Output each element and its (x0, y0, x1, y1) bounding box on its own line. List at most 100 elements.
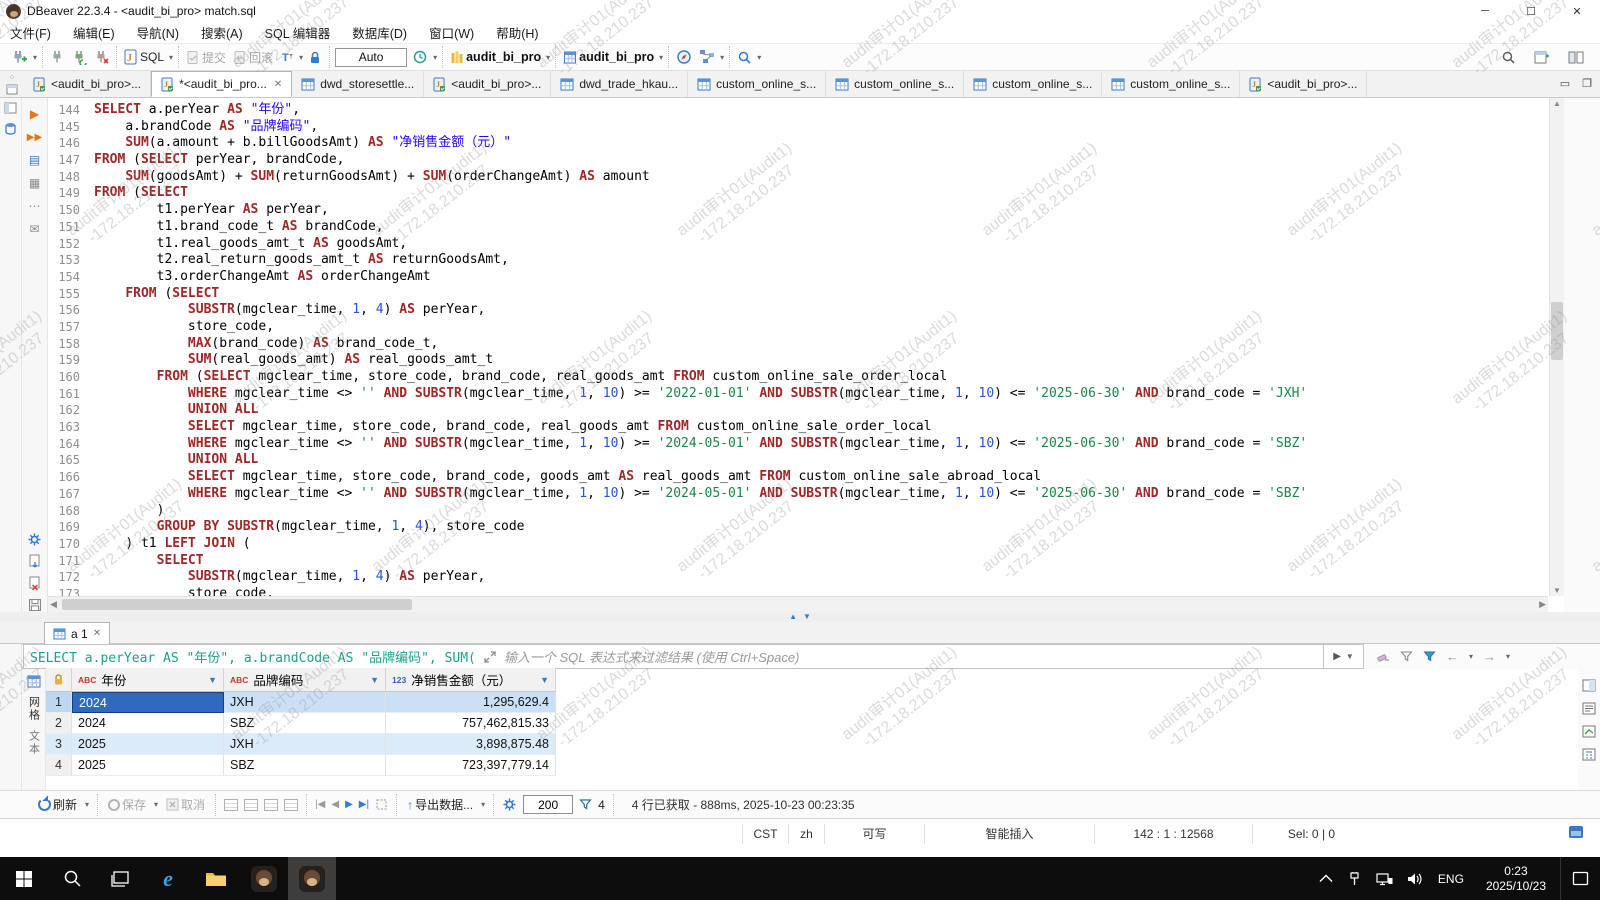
history-forward-icon[interactable]: → (1483, 649, 1496, 664)
column-header-1[interactable]: ABC品牌编码▼ (224, 668, 386, 692)
output-doc-icon[interactable] (28, 554, 42, 569)
duplicate-row-icon[interactable] (244, 799, 258, 811)
result-settings-gear-icon[interactable] (502, 797, 517, 812)
code-line-165[interactable]: 165 UNION ALL (48, 452, 1548, 469)
editor-vertical-scrollbar[interactable]: ▲ ▼ (1549, 98, 1564, 596)
filter-outline-icon[interactable] (1400, 650, 1413, 663)
next-page-icon[interactable]: ▶ (345, 799, 353, 810)
value-panel-icon[interactable] (1582, 679, 1596, 692)
code-line-147[interactable]: 147FROM (SELECT perYear, brandCode, (48, 152, 1548, 169)
code-line-155[interactable]: 155 FROM (SELECT (48, 286, 1548, 303)
rollback-button[interactable]: 回滚 (231, 48, 275, 67)
code-line-151[interactable]: 151 t1.brand_code_t AS brandCode, (48, 219, 1548, 236)
filter-filled-icon[interactable] (1423, 650, 1436, 663)
metadata-panel-icon[interactable] (1582, 702, 1596, 715)
fetch-all-icon[interactable] (375, 798, 388, 811)
isolation-lock-button[interactable] (306, 49, 324, 66)
code-line-144[interactable]: 144SELECT a.perYear AS "年份", (48, 102, 1548, 119)
file-explorer-button[interactable] (192, 857, 240, 900)
editor-tab-0[interactable]: J<audit_bi_pro>... (24, 71, 151, 97)
quick-search-button[interactable] (1499, 49, 1518, 66)
dbeaver-app1-button[interactable] (240, 857, 288, 900)
grid-cell-r2-c1[interactable]: 2024 (72, 713, 224, 734)
grid-cell-r2-c3[interactable]: 757,462,815.33 (386, 713, 556, 734)
database-caret[interactable]: ▾ (546, 53, 550, 62)
transaction-log-button[interactable]: T (278, 49, 296, 66)
sql-editor-caret[interactable]: ▾ (169, 53, 173, 62)
task-view-button[interactable] (96, 857, 144, 900)
editor-horizontal-scrollbar[interactable]: ◀ ▶ (48, 596, 1548, 612)
commit-mode-combobox[interactable]: Auto (335, 48, 407, 67)
edge-browser-button[interactable]: e (144, 857, 192, 900)
editor-tab-6[interactable]: custom_online_s... (826, 71, 964, 97)
volume-tray-icon[interactable] (1407, 872, 1424, 886)
grid-cell-r1-c3[interactable]: 1,295,629.4 (386, 692, 556, 713)
connect-button[interactable] (48, 48, 67, 66)
delete-row-icon[interactable] (264, 799, 278, 811)
collapse-up-icon[interactable]: ▲ (789, 613, 797, 621)
scroll-up-icon[interactable]: ▲ (1550, 99, 1564, 108)
code-line-152[interactable]: 152 t1.real_goods_amt_t AS goodsAmt, (48, 236, 1548, 253)
open-perspective-button[interactable] (1532, 49, 1552, 66)
execute-script-icon[interactable]: ▶▶ (27, 129, 43, 145)
menu-item-1[interactable]: 编辑(E) (73, 23, 115, 42)
edit-row-icon[interactable] (284, 799, 298, 811)
expand-filter-icon[interactable] (484, 651, 496, 663)
editor-tab-5[interactable]: custom_online_s... (688, 71, 826, 97)
grid-cell-r2-c2[interactable]: SBZ (224, 713, 386, 734)
code-line-166[interactable]: 166 SELECT mgclear_time, store_code, bra… (48, 469, 1548, 486)
grid-cell-r4-c3[interactable]: 723,397,779.14 (386, 755, 556, 776)
code-line-163[interactable]: 163 SELECT mgclear_time, store_code, bra… (48, 419, 1548, 436)
calc-panel-icon[interactable] (1582, 748, 1596, 761)
action-center-button[interactable] (1560, 857, 1600, 900)
heap-monitor-icon[interactable] (1568, 825, 1584, 842)
refresh-button[interactable]: 刷新 (36, 795, 79, 814)
grid-cell-r3-c1[interactable]: 2025 (72, 734, 224, 755)
prev-page-icon[interactable]: ◀ (331, 799, 339, 810)
code-line-157[interactable]: 157 store_code, (48, 319, 1548, 336)
dbeaver-app2-button[interactable] (288, 857, 336, 900)
code-line-154[interactable]: 154 t3.orderChangeAmt AS orderChangeAmt (48, 269, 1548, 286)
menu-item-7[interactable]: 帮助(H) (496, 23, 538, 42)
code-line-168[interactable]: 168 ) (48, 503, 1548, 520)
references-panel-icon[interactable] (1582, 725, 1596, 738)
scroll-right-icon[interactable]: ▶ (1539, 599, 1546, 610)
code-line-148[interactable]: 148 SUM(goodsAmt) + SUM(returnGoodsAmt) … (48, 169, 1548, 186)
grid-cell-r4-c1[interactable]: 2025 (72, 755, 224, 776)
editor-layout-button[interactable] (1566, 49, 1586, 66)
transaction-caret[interactable]: ▾ (299, 53, 303, 62)
text-tab-label[interactable]: 文本 (26, 730, 42, 756)
transaction-history-button[interactable] (410, 48, 430, 66)
tray-expand-icon[interactable] (1319, 874, 1333, 883)
code-line-161[interactable]: 161 WHERE mgclear_time <> '' AND SUBSTR(… (48, 386, 1548, 403)
editor-tab-9[interactable]: J<audit_bi_pro>... (1240, 71, 1367, 97)
first-page-icon[interactable]: |◀ (315, 799, 325, 810)
sort-dropdown-icon[interactable]: ▼ (540, 675, 549, 685)
save-data-button[interactable]: 保存 (106, 795, 148, 814)
last-page-icon[interactable]: ▶| (359, 799, 369, 810)
new-connection-caret[interactable]: ▾ (33, 53, 37, 62)
disconnect-button[interactable] (92, 48, 111, 66)
new-connection-button[interactable] (9, 48, 30, 66)
grid-presentation-icon[interactable] (27, 675, 41, 688)
grid-cell-r1-c2[interactable]: JXH (224, 692, 386, 713)
code-line-164[interactable]: 164 WHERE mgclear_time <> '' AND SUBSTR(… (48, 436, 1548, 453)
row-number[interactable]: 2 (46, 713, 72, 734)
collapse-down-icon[interactable]: ▼ (803, 613, 811, 621)
code-line-149[interactable]: 149FROM (SELECT (48, 185, 1548, 202)
restore-view-icon[interactable] (4, 102, 17, 114)
sort-dropdown-icon[interactable]: ▼ (208, 675, 217, 685)
editor-tab-3[interactable]: J<audit_bi_pro>... (424, 71, 551, 97)
row-filter-icon[interactable] (579, 798, 592, 811)
vertical-scroll-thumb[interactable] (1551, 302, 1563, 360)
column-header-2[interactable]: 123净销售金额（元）▼ (386, 668, 556, 692)
editor-tab-1[interactable]: J*<audit_bi_pro...✕ (151, 71, 292, 97)
maximize-button[interactable]: ☐ (1508, 0, 1554, 22)
editor-results-splitter[interactable]: ▲ ▼ (0, 612, 1600, 622)
er-diagram-button[interactable] (697, 48, 717, 66)
explain-plan-icon[interactable]: ▤ (27, 152, 43, 168)
minimize-editor-icon[interactable]: ▭ (1560, 77, 1570, 90)
filter-input[interactable]: SELECT a.perYear AS "年份", a.brandCode AS… (24, 644, 1324, 669)
maximize-editor-icon[interactable]: ❐ (1582, 77, 1592, 90)
grid-tab-label[interactable]: 网格 (26, 696, 42, 722)
